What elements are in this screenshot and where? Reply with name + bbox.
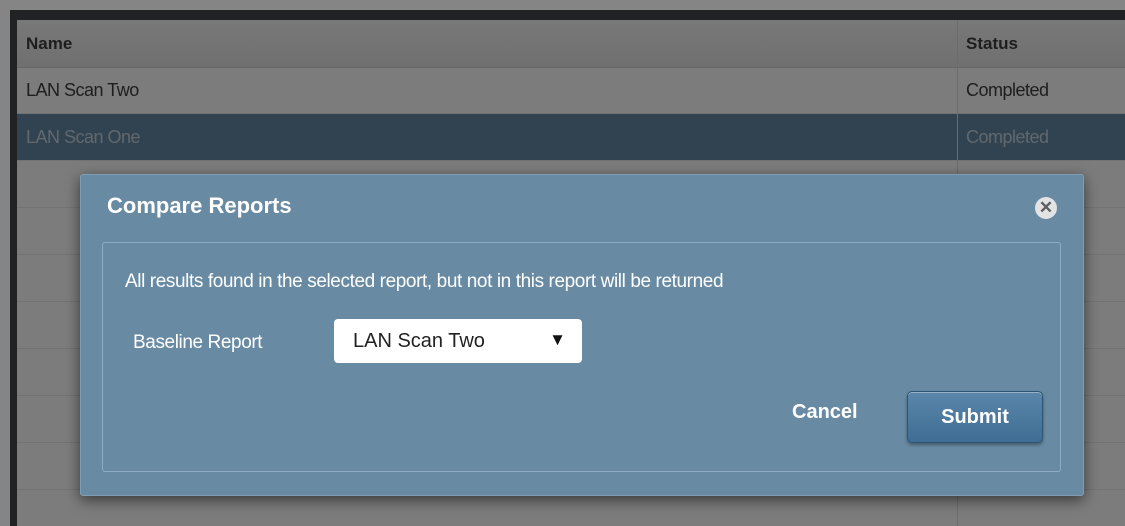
submit-button[interactable]: Submit bbox=[907, 391, 1043, 443]
baseline-report-label: Baseline Report bbox=[133, 332, 263, 353]
dialog-title: Compare Reports bbox=[107, 193, 292, 218]
compare-reports-dialog: Compare Reports ✕ All results found in t… bbox=[80, 174, 1084, 496]
baseline-report-value: LAN Scan Two bbox=[353, 330, 485, 352]
cancel-button[interactable]: Cancel bbox=[792, 401, 858, 424]
screen: Name Status LAN Scan Two Completed LAN S… bbox=[0, 0, 1125, 526]
close-icon[interactable]: ✕ bbox=[1035, 197, 1057, 219]
dialog-body: All results found in the selected report… bbox=[102, 242, 1061, 472]
baseline-report-select[interactable]: LAN Scan Two ▼ bbox=[334, 319, 582, 363]
chevron-down-icon: ▼ bbox=[549, 330, 566, 349]
dialog-message: All results found in the selected report… bbox=[125, 271, 724, 292]
